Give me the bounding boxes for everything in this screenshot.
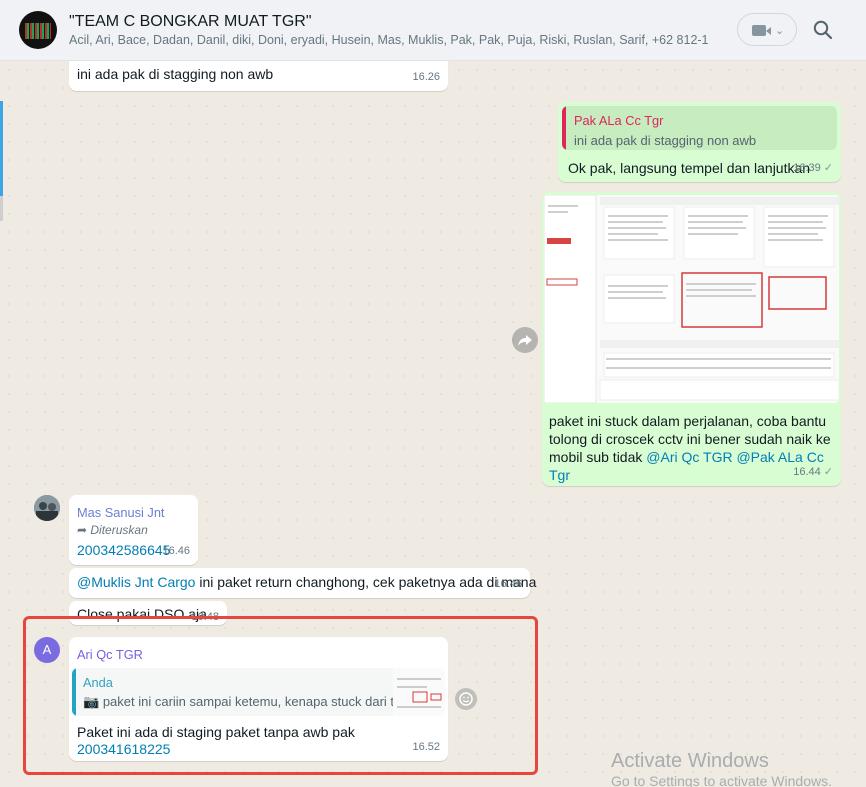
message-incoming[interactable]: ini ada pak di stagging non awb 16.26 — [69, 61, 448, 91]
message-time: 16.44 — [793, 466, 821, 478]
annotation-highlight — [23, 616, 538, 775]
avatar[interactable] — [34, 495, 60, 521]
phone-number-link[interactable]: 200342586645 — [77, 541, 170, 560]
chevron-down-icon: ⌄ — [775, 25, 785, 37]
caption-line: mobil sub tidak @Ari Qc TGR @Pak ALa Cc … — [549, 448, 834, 484]
message-time-wrap: 16.39 ✓ — [793, 159, 833, 178]
sender-name[interactable]: Mas Sanusi Jnt — [77, 503, 165, 522]
group-avatar[interactable] — [19, 11, 57, 49]
message-time: 16.39 — [793, 162, 821, 174]
screenshot-thumbnail — [544, 195, 839, 403]
windows-activation-watermark: Activate Windows Go to Settings to activ… — [611, 749, 832, 787]
message-outgoing-image[interactable]: paket ini stuck dalam perjalanan, coba b… — [542, 192, 841, 486]
watermark-subtitle: Go to Settings to activate Windows. — [611, 773, 832, 787]
avatar-photo — [34, 495, 60, 521]
image-caption: paket ini stuck dalam perjalanan, coba b… — [549, 412, 834, 484]
mention-link[interactable]: @Ari Qc TGR — [646, 449, 732, 465]
message-time-wrap: 16.44 ✓ — [793, 463, 833, 482]
message-time: 16.46 — [494, 578, 522, 590]
forwarded-label: ➦ Diteruskan — [77, 523, 148, 537]
message-time: 16.46 — [162, 545, 190, 557]
search-icon[interactable] — [812, 19, 834, 41]
message-text: Ok pak, langsung tempel dan lanjutkan — [568, 160, 811, 176]
caption-line: tolong di croscek cctv ini bener sudah n… — [549, 431, 831, 447]
video-call-button[interactable]: ⌄ — [737, 13, 797, 46]
message-text-wrap: @Muklis Jnt Cargo ini paket return chang… — [77, 573, 536, 592]
group-title[interactable]: "TEAM C BONGKAR MUAT TGR" — [69, 13, 312, 31]
watermark-title: Activate Windows — [611, 750, 769, 772]
selection-strip — [0, 196, 3, 221]
group-members[interactable]: Acil, Ari, Bace, Dadan, Danil, diki, Don… — [69, 33, 709, 47]
message-text: ini paket return changhong, cek paketnya… — [195, 574, 537, 590]
mention-link[interactable]: @Muklis Jnt Cargo — [77, 574, 195, 590]
screenshot-image[interactable] — [544, 195, 839, 403]
video-camera-icon — [752, 25, 771, 36]
forward-icon — [518, 335, 532, 346]
quoted-text: ini ada pak di stagging non awb — [574, 133, 757, 148]
forward-button[interactable] — [512, 327, 538, 353]
quoted-sender: Pak ALa Cc Tgr — [574, 113, 664, 128]
message-list[interactable]: ini ada pak di stagging non awb 16.26 Pa… — [0, 61, 866, 787]
caption-line: paket ini stuck dalam perjalanan, coba b… — [549, 413, 827, 429]
quoted-message[interactable]: Pak ALa Cc Tgr ini ada pak di stagging n… — [562, 106, 837, 150]
caption-text: mobil sub tidak — [549, 449, 647, 465]
message-text: ini ada pak di stagging non awb — [77, 66, 274, 82]
message-incoming[interactable]: Mas Sanusi Jnt ➦ Diteruskan 200342586645… — [69, 495, 198, 565]
message-incoming[interactable]: @Muklis Jnt Cargo ini paket return chang… — [69, 568, 536, 598]
message-outgoing[interactable]: Pak ALa Cc Tgr ini ada pak di stagging n… — [558, 102, 841, 182]
delivered-check-icon: ✓ — [823, 466, 833, 478]
message-time: 16.26 — [412, 71, 440, 83]
chat-header: "TEAM C BONGKAR MUAT TGR" Acil, Ari, Bac… — [0, 0, 866, 61]
forwarded-text: Diteruskan — [90, 523, 148, 537]
delivered-check-icon: ✓ — [823, 162, 833, 174]
selection-strip — [0, 101, 3, 196]
